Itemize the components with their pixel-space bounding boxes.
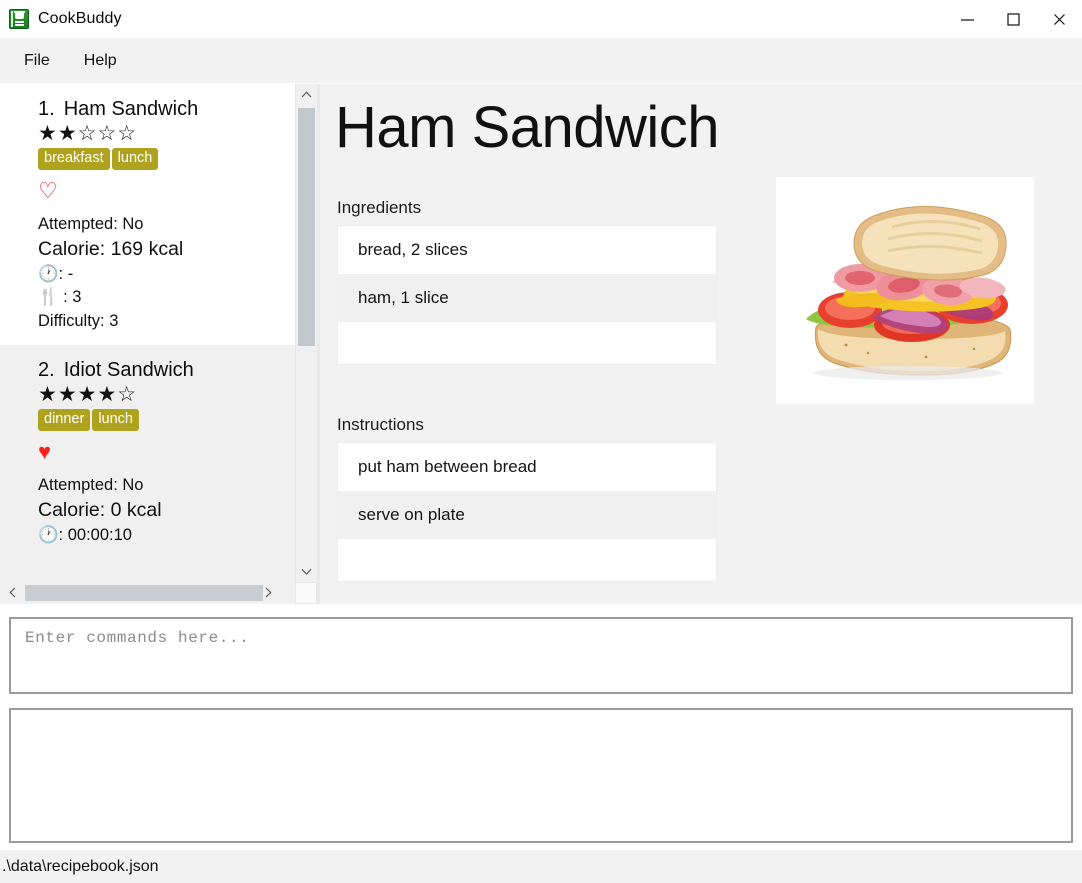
scrollbar-corner <box>295 582 317 604</box>
recipe-tag: lunch <box>111 148 159 170</box>
instruction-row[interactable]: serve on plate <box>338 491 716 539</box>
page-title: Ham Sandwich <box>335 95 720 160</box>
vertical-scroll-thumb[interactable] <box>298 108 315 346</box>
recipe-name: Idiot Sandwich <box>63 359 194 382</box>
recipe-time: 🕐: 00:00:10 <box>38 526 132 545</box>
favorite-heart-icon[interactable]: ♡ <box>38 179 285 204</box>
recipe-list-vertical-scrollbar[interactable] <box>295 84 317 582</box>
instructions-label: Instructions <box>337 415 424 434</box>
cookbuddy-window: CookBuddy File Help 1. Ham Sandwich ★★☆☆☆… <box>0 0 1082 883</box>
window-title: CookBuddy <box>38 10 122 27</box>
command-input-placeholder: Enter commands here... <box>25 629 250 647</box>
scroll-up-icon[interactable] <box>296 84 317 105</box>
recipe-servings: 🍴 : 3 <box>38 288 82 307</box>
window-controls <box>944 0 1082 38</box>
ingredients-list[interactable]: bread, 2 slices ham, 1 slice <box>337 225 717 365</box>
recipe-attempted: Attempted: No <box>38 214 144 233</box>
recipe-photo <box>776 177 1034 404</box>
ingredient-row[interactable] <box>338 322 716 364</box>
close-button[interactable] <box>1036 0 1082 38</box>
recipe-tags: dinner lunch <box>38 409 285 432</box>
command-output[interactable] <box>9 708 1073 843</box>
recipe-calorie: Calorie: 0 kcal <box>38 499 162 522</box>
recipe-calorie: Calorie: 169 kcal <box>38 238 184 261</box>
recipe-name: Ham Sandwich <box>63 98 199 120</box>
ingredient-row[interactable]: bread, 2 slices <box>338 226 716 274</box>
recipe-list-item-1[interactable]: 1. Ham Sandwich ★★☆☆☆ breakfast lunch ♡ A… <box>0 84 295 346</box>
recipe-difficulty: Difficulty: 3 <box>38 311 119 330</box>
recipe-tag: breakfast <box>38 148 110 170</box>
title-bar: CookBuddy <box>0 0 1082 38</box>
recipe-number: 2. <box>38 359 55 382</box>
instructions-list[interactable]: put ham between bread serve on plate <box>337 442 717 582</box>
recipe-attempted: Attempted: No <box>38 476 144 495</box>
recipe-list-horizontal-scrollbar[interactable] <box>0 582 295 604</box>
instruction-row[interactable]: put ham between bread <box>338 443 716 491</box>
recipe-tag: lunch <box>92 409 139 432</box>
minimize-button[interactable] <box>944 0 990 38</box>
recipe-time: 🕐: - <box>38 265 74 284</box>
ingredient-row[interactable]: ham, 1 slice <box>338 274 716 322</box>
recipe-list-item-2[interactable]: 2. Idiot Sandwich ★★★★☆ dinner lunch ♥ At… <box>0 345 295 560</box>
recipe-title: 2. Idiot Sandwich <box>38 359 285 382</box>
recipe-rating-stars[interactable]: ★★★★☆ <box>38 384 285 406</box>
app-icon <box>9 9 29 29</box>
status-bar-path: .\data\recipebook.json <box>2 857 159 875</box>
instruction-row[interactable] <box>338 539 716 581</box>
scroll-down-icon[interactable] <box>296 561 317 582</box>
recipe-list[interactable]: 1. Ham Sandwich ★★☆☆☆ breakfast lunch ♡ A… <box>0 84 295 582</box>
favorite-heart-icon[interactable]: ♥ <box>38 441 285 465</box>
scroll-left-icon[interactable] <box>2 582 23 603</box>
status-bar: .\data\recipebook.json <box>0 850 1082 883</box>
menu-bar: File Help <box>0 38 1082 83</box>
menu-item-help[interactable]: Help <box>72 48 129 74</box>
recipe-tag: dinner <box>38 409 91 432</box>
recipe-number: 1. <box>38 98 55 120</box>
menu-item-file[interactable]: File <box>12 48 62 74</box>
recipe-tags: breakfast lunch <box>38 148 285 170</box>
scroll-right-icon[interactable] <box>258 582 279 603</box>
recipe-title: 1. Ham Sandwich <box>38 98 285 121</box>
horizontal-scroll-thumb[interactable] <box>25 585 263 601</box>
ingredients-label: Ingredients <box>337 198 422 217</box>
maximize-button[interactable] <box>990 0 1036 38</box>
command-input[interactable]: Enter commands here... <box>9 617 1073 694</box>
recipe-rating-stars[interactable]: ★★☆☆☆ <box>38 122 285 145</box>
